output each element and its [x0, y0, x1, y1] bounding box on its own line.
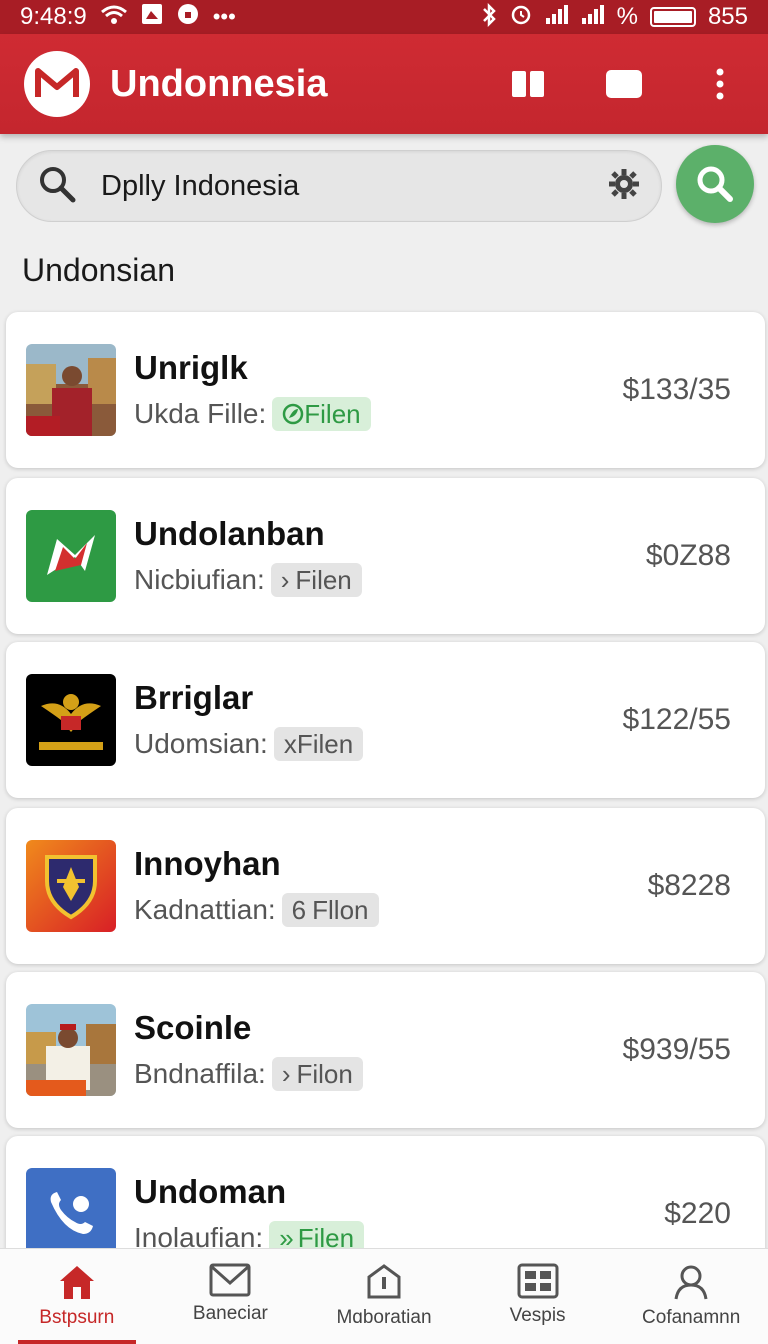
message-icon[interactable]	[600, 60, 648, 108]
nav-item-user[interactable]: Cofanamnn	[614, 1249, 768, 1344]
m-logo-icon[interactable]	[24, 51, 90, 117]
item-name: Brriglar	[134, 679, 254, 716]
book-icon[interactable]	[504, 60, 552, 108]
six-icon: 6	[291, 894, 307, 925]
status-time: 9:48:9	[20, 3, 87, 30]
search-input-value[interactable]: Dplly Indonesia	[101, 170, 607, 203]
photo-thumb	[26, 344, 116, 436]
search-row: Dplly Indonesia	[16, 145, 754, 223]
item-price: $220	[664, 1197, 731, 1230]
chip-label: Filen	[304, 398, 361, 429]
item-subtitle: Nicbiufian:	[134, 564, 265, 595]
nav-item-grid[interactable]: Vespis	[461, 1249, 615, 1344]
list-item[interactable]: Undolanban Nicbiufian: › Filen $0Z88	[6, 478, 765, 634]
file-chip[interactable]: x Filen	[273, 727, 364, 761]
item-price: $0Z88	[645, 539, 731, 572]
shield-thumb	[26, 840, 116, 932]
bottom-navigation: Bstpsurn Baneciar Mɑboratian Vespis Cofa…	[0, 1248, 768, 1344]
active-tab-indicator	[18, 1340, 136, 1344]
mail-icon	[209, 1263, 251, 1297]
garuda-thumb	[26, 674, 116, 766]
item-price: $133/35	[622, 373, 731, 406]
app-title: Undonnesia	[110, 62, 328, 105]
lock-notification-icon	[177, 3, 199, 32]
nav-label: Mɑboratian	[336, 1307, 432, 1328]
search-fab-icon	[697, 166, 733, 202]
leaf-icon	[283, 403, 304, 425]
list-item[interactable]: Innoyhan Kadnattian: 6 Fllon $8228	[6, 808, 765, 964]
list-item[interactable]: Brriglar Udomsian: x Filen $122/55	[6, 642, 765, 798]
item-name: Scoinle	[134, 1009, 252, 1046]
chip-label: Filon	[296, 1058, 353, 1089]
section-title: Undonsian	[22, 252, 175, 288]
battery-level: 855	[707, 3, 748, 30]
item-subtitle: Kadnattian:	[134, 894, 276, 925]
item-name: Undolanban	[134, 515, 325, 552]
wifi-icon	[100, 5, 127, 29]
green-logo-thumb	[26, 510, 116, 602]
chip-label: Fllon	[312, 894, 369, 925]
badge-icon	[367, 1264, 401, 1299]
search-icon	[37, 164, 77, 209]
chip-label: Filen	[295, 564, 352, 595]
chevron-icon: ›	[281, 1058, 291, 1089]
nav-label: Bstpsurn	[39, 1307, 115, 1328]
item-name: Innoyhan	[134, 845, 281, 882]
signal-icon	[545, 3, 569, 31]
status-bar: 9:48:9 ••• % 855	[0, 0, 768, 34]
item-subtitle: Ukda Fille:	[134, 398, 267, 429]
signal-icon-2	[581, 3, 605, 31]
grid-icon	[517, 1263, 559, 1299]
nav-label: Baneciar	[192, 1303, 268, 1324]
search-input[interactable]: Dplly Indonesia	[16, 150, 662, 222]
bluetooth-icon	[481, 2, 497, 31]
chevron-icon: ›	[280, 564, 290, 595]
file-chip[interactable]: 6 Fllon	[281, 893, 379, 927]
x-icon: x	[283, 728, 297, 759]
user-icon	[674, 1265, 708, 1300]
list-item[interactable]: Unriglk Ukda Fille: Filen $133/35	[6, 312, 765, 468]
item-price: $122/55	[622, 703, 731, 736]
file-chip[interactable]: › Filen	[270, 563, 362, 597]
nav-item-mail[interactable]: Baneciar	[154, 1249, 308, 1344]
list-item[interactable]: Scoinle Bndnaffila: › Filon $939/55	[6, 972, 765, 1128]
item-subtitle: Udomsian:	[134, 728, 268, 759]
search-button[interactable]	[676, 145, 754, 223]
nav-label: Cofanamnn	[642, 1307, 741, 1328]
file-chip[interactable]: Filen	[272, 397, 371, 431]
nav-item-home[interactable]: Bstpsurn	[0, 1249, 154, 1344]
more-notifications-icon: •••	[212, 4, 236, 29]
alarm-icon	[509, 2, 533, 33]
image-notification-icon	[141, 3, 163, 32]
app-bar: Undonnesia	[0, 34, 768, 134]
product-list: Unriglk Ukda Fille: Filen $133/35 Undola…	[6, 312, 765, 1293]
photo-thumb-2	[26, 1004, 116, 1096]
item-name: Undoman	[134, 1173, 287, 1210]
percent-glyph: %	[616, 3, 638, 30]
chip-label: Filen	[296, 728, 354, 759]
item-price: $8228	[647, 869, 731, 902]
item-subtitle: Bndnaffila:	[134, 1058, 266, 1089]
item-price: $939/55	[622, 1033, 731, 1066]
item-name: Unriglk	[134, 349, 248, 386]
file-chip[interactable]: › Filon	[271, 1057, 363, 1091]
more-vert-icon[interactable]	[696, 60, 744, 108]
nav-label: Vespis	[509, 1305, 566, 1326]
battery-icon	[649, 7, 696, 27]
home-icon	[59, 1266, 94, 1299]
nav-item-badge[interactable]: Mɑboratian	[307, 1249, 461, 1344]
phone-thumb	[26, 1168, 116, 1260]
settings-gear-icon[interactable]	[607, 167, 641, 206]
